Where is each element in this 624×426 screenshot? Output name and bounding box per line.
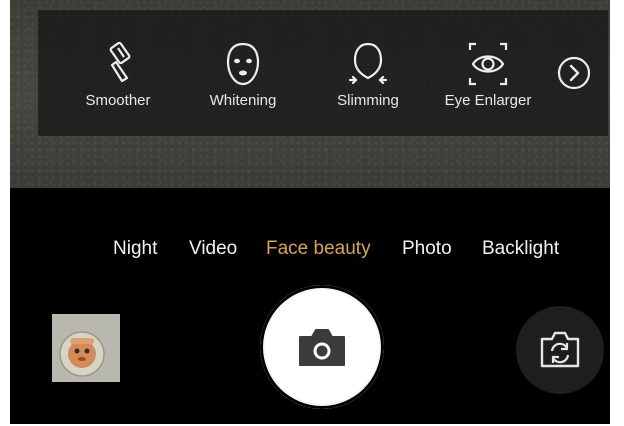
mode-selector: Night Video Face beauty Photo Backlight [10, 238, 610, 266]
gallery-thumbnail[interactable] [52, 314, 120, 382]
beauty-tool-label: Slimming [337, 92, 399, 109]
camera-icon [299, 329, 345, 366]
beauty-tool-slimming[interactable]: Slimming [318, 30, 418, 120]
beauty-tool-eye-enlarger[interactable]: Eye Enlarger [438, 30, 538, 120]
beauty-tool-label: Smoother [85, 92, 151, 109]
face-mask-icon [226, 42, 260, 86]
shutter-button[interactable] [260, 285, 384, 409]
smoother-brush-icon [109, 41, 131, 83]
mode-face-beauty[interactable]: Face beauty [266, 238, 371, 260]
beauty-tool-whitening[interactable]: Whitening [193, 30, 293, 120]
mode-video[interactable]: Video [189, 238, 237, 260]
chevron-right-circle-icon[interactable] [554, 53, 594, 93]
beauty-tool-smoother[interactable]: Smoother [68, 30, 168, 120]
beauty-tools-panel: Smoother Whitening Slimming Eye Enlarger [38, 10, 608, 136]
mode-backlight[interactable]: Backlight [482, 238, 559, 260]
eye-enlarge-icon [468, 42, 508, 86]
camera-screen: Smoother Whitening Slimming Eye Enlarger… [10, 0, 610, 424]
switch-camera-button[interactable] [516, 306, 604, 394]
camera-switch-icon [540, 331, 580, 368]
face-slim-icon [348, 42, 388, 85]
mode-night[interactable]: Night [113, 238, 157, 260]
beauty-tool-label: Whitening [209, 92, 277, 109]
gallery-thumbnail-image [52, 314, 120, 382]
viewfinder: Smoother Whitening Slimming Eye Enlarger [10, 0, 610, 188]
mode-photo[interactable]: Photo [402, 238, 452, 260]
beauty-tool-label: Eye Enlarger [444, 92, 532, 109]
